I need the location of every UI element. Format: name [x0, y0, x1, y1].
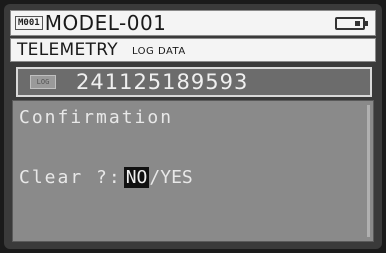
log-icon: LOG — [30, 75, 56, 89]
battery-icon — [335, 17, 368, 30]
model-tag: M001 — [15, 16, 43, 30]
confirmation-panel: Confirmation Clear ?: NO / YES — [12, 100, 374, 242]
clear-prompt-row: Clear ?: NO / YES — [19, 167, 193, 188]
model-header-bar: M001 MODEL-001 — [10, 10, 376, 36]
log-id-bar[interactable]: LOG 241125189593 — [16, 67, 372, 97]
transmitter-screen: M001 MODEL-001 TELEMETRY LOG DATA LOG 24… — [4, 4, 382, 249]
option-no-button[interactable]: NO — [123, 167, 150, 188]
screen-title-bar: TELEMETRY LOG DATA — [10, 38, 376, 62]
screen-title: TELEMETRY — [17, 40, 118, 60]
option-yes-button[interactable]: YES — [160, 167, 193, 188]
option-separator: / — [149, 167, 161, 188]
model-name: MODEL-001 — [44, 11, 167, 35]
clear-prompt: Clear ?: — [19, 167, 122, 188]
screen-subtitle: LOG DATA — [131, 46, 186, 57]
panel-scrollbar[interactable] — [367, 105, 370, 237]
log-id: 241125189593 — [76, 70, 249, 94]
confirmation-title: Confirmation — [19, 107, 174, 128]
